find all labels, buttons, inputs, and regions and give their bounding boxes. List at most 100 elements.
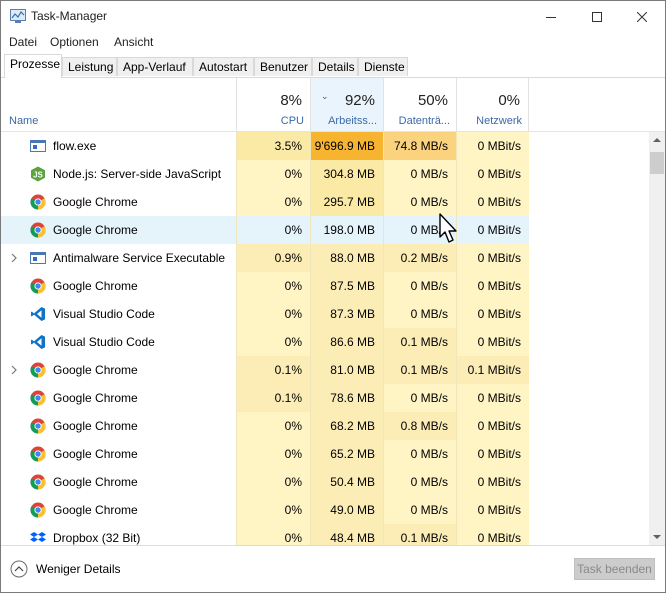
network-cell: 0 MBit/s (456, 468, 529, 496)
menu-datei[interactable]: Datei (9, 35, 37, 49)
footer-bar: Weniger Details Task beenden (1, 545, 665, 592)
end-task-button[interactable]: Task beenden (574, 558, 655, 580)
chrome-icon (30, 446, 46, 462)
chrome-icon (30, 194, 46, 210)
process-name-cell[interactable]: Google Chrome (1, 468, 236, 496)
process-name-cell[interactable]: Google Chrome (1, 356, 236, 384)
disk-cell: 0 MB/s (383, 160, 456, 188)
process-row[interactable]: Google Chrome 0.1% 78.6 MB 0 MB/s 0 MBit/s (1, 384, 649, 412)
cpu-cell: 0% (236, 524, 310, 545)
memory-cell: 304.8 MB (310, 160, 383, 188)
network-cell: 0 MBit/s (456, 328, 529, 356)
column-header-disk[interactable]: 50% Datenträ... (383, 78, 456, 131)
expand-chevron-icon[interactable] (10, 252, 18, 263)
network-total-percent: 0% (498, 92, 520, 109)
process-name: flow.exe (53, 139, 97, 153)
tab-strip: Prozesse Leistung App-Verlauf Autostart … (1, 54, 665, 78)
process-name-cell[interactable]: Google Chrome (1, 412, 236, 440)
process-name-cell[interactable]: Google Chrome (1, 440, 236, 468)
menu-ansicht[interactable]: Ansicht (114, 35, 153, 49)
process-row[interactable]: Google Chrome 0% 65.2 MB 0 MB/s 0 MBit/s (1, 440, 649, 468)
close-button[interactable] (619, 1, 665, 32)
task-manager-icon (10, 9, 26, 23)
tab-dienste[interactable]: Dienste (358, 57, 408, 76)
column-header-memory[interactable]: ⌄ 92% Arbeitss... (310, 78, 383, 131)
tab-details[interactable]: Details (312, 57, 358, 76)
cpu-column-label: CPU (280, 115, 304, 127)
vscode-icon (30, 306, 46, 322)
memory-cell: 68.2 MB (310, 412, 383, 440)
scrollbar-thumb[interactable] (650, 152, 664, 174)
vertical-scrollbar[interactable] (649, 132, 665, 545)
process-row[interactable]: Google Chrome 0% 68.2 MB 0.8 MB/s 0 MBit/s (1, 412, 649, 440)
nodejs-icon: JS (30, 166, 46, 182)
disk-cell: 0 MB/s (383, 216, 456, 244)
process-name-cell[interactable]: Dropbox (32 Bit) (1, 524, 236, 545)
process-row[interactable]: Visual Studio Code 0% 87.3 MB 0 MB/s 0 MBit/… (1, 300, 649, 328)
memory-cell: 9'696.9 MB (310, 132, 383, 160)
process-row[interactable]: Google Chrome 0% 295.7 MB 0 MB/s 0 MBit/s (1, 188, 649, 216)
cpu-cell: 0% (236, 216, 310, 244)
cpu-cell: 3.5% (236, 132, 310, 160)
process-row[interactable]: Antimalware Service Executable 0.9% 88.0 M… (1, 244, 649, 272)
process-row[interactable]: Google Chrome 0% 49.0 MB 0 MB/s 0 MBit/s (1, 496, 649, 524)
close-icon (637, 11, 647, 22)
tab-app-verlauf[interactable]: App-Verlauf (117, 57, 193, 76)
memory-cell: 86.6 MB (310, 328, 383, 356)
fewer-details-link[interactable]: Weniger Details (36, 562, 120, 576)
process-row[interactable]: Google Chrome 0% 87.5 MB 0 MB/s 0 MBit/s (1, 272, 649, 300)
process-name-cell[interactable]: Google Chrome (1, 188, 236, 216)
process-name: Google Chrome (53, 279, 138, 293)
scroll-down-arrow[interactable] (649, 529, 665, 545)
process-name-cell[interactable]: Antimalware Service Executable (1, 244, 236, 272)
process-row[interactable]: Visual Studio Code 0% 86.6 MB 0.1 MB/s 0 MBi… (1, 328, 649, 356)
column-header-cpu[interactable]: 8% CPU (236, 78, 310, 131)
cpu-total-percent: 8% (280, 92, 302, 109)
column-header-network[interactable]: 0% Netzwerk (456, 78, 529, 131)
name-column-label[interactable]: Name (9, 115, 38, 127)
vscode-icon (30, 334, 46, 350)
cpu-cell: 0% (236, 440, 310, 468)
disk-cell: 0.2 MB/s (383, 244, 456, 272)
process-row[interactable]: Google Chrome 0% 198.0 MB 0 MB/s 0 MBit/s (1, 216, 649, 244)
process-row[interactable]: Google Chrome 0.1% 81.0 MB 0.1 MB/s 0.1 MBit… (1, 356, 649, 384)
process-name-cell[interactable]: Google Chrome (1, 496, 236, 524)
process-row[interactable]: JS Node.js: Server-side JavaScript 0% 304.8… (1, 160, 649, 188)
process-row[interactable]: flow.exe 3.5% 9'696.9 MB 74.8 MB/s 0 MBit/s (1, 132, 649, 160)
cpu-cell: 0% (236, 328, 310, 356)
memory-cell: 78.6 MB (310, 384, 383, 412)
disk-column-label: Datenträ... (398, 115, 450, 127)
tab-leistung[interactable]: Leistung (62, 57, 117, 76)
memory-cell: 81.0 MB (310, 356, 383, 384)
process-name-cell[interactable]: Google Chrome (1, 272, 236, 300)
memory-cell: 198.0 MB (310, 216, 383, 244)
memory-total-percent: 92% (344, 92, 375, 109)
chrome-icon (30, 418, 46, 434)
cpu-cell: 0.1% (236, 384, 310, 412)
process-name: Google Chrome (53, 223, 138, 237)
process-name-cell[interactable]: Visual Studio Code (1, 328, 236, 356)
process-name-cell[interactable]: Google Chrome (1, 384, 236, 412)
tab-autostart[interactable]: Autostart (193, 57, 254, 76)
tab-prozesse[interactable]: Prozesse (4, 54, 62, 78)
minimize-button[interactable] (528, 1, 574, 32)
collapse-details-icon[interactable] (10, 560, 28, 578)
chrome-icon (30, 502, 46, 518)
network-cell: 0.1 MBit/s (456, 356, 529, 384)
maximize-button[interactable] (574, 1, 620, 32)
scroll-up-arrow[interactable] (649, 132, 665, 148)
process-name-cell[interactable]: flow.exe (1, 132, 236, 160)
expand-chevron-icon[interactable] (10, 364, 18, 375)
process-row[interactable]: Google Chrome 0% 50.4 MB 0 MB/s 0 MBit/s (1, 468, 649, 496)
process-name-cell[interactable]: Google Chrome (1, 216, 236, 244)
tab-benutzer[interactable]: Benutzer (254, 57, 312, 76)
network-cell: 0 MBit/s (456, 188, 529, 216)
process-name-cell[interactable]: Visual Studio Code (1, 300, 236, 328)
memory-cell: 65.2 MB (310, 440, 383, 468)
menu-optionen[interactable]: Optionen (50, 35, 99, 49)
process-name-cell[interactable]: JS Node.js: Server-side JavaScript (1, 160, 236, 188)
svg-text:JS: JS (33, 171, 43, 180)
process-row[interactable]: Dropbox (32 Bit) 0% 48.4 MB 0.1 MB/s 0 MBit/… (1, 524, 649, 545)
memory-cell: 87.3 MB (310, 300, 383, 328)
cpu-cell: 0.9% (236, 244, 310, 272)
